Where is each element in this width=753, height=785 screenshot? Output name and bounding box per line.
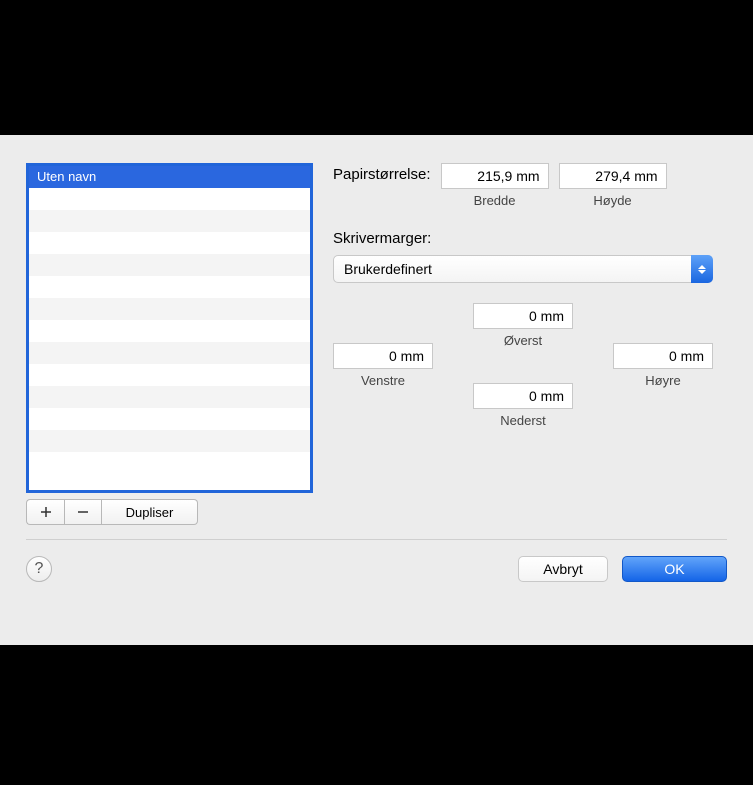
settings-panel: Papirstørrelse: Bredde Høyde Skrivermarg… [333,163,727,525]
list-item[interactable] [29,408,310,430]
margin-top-input[interactable] [473,303,573,329]
plus-icon [39,505,53,519]
list-item[interactable] [29,276,310,298]
margins-preset-select[interactable]: Brukerdefinert [333,255,713,283]
paper-size-list[interactable]: Uten navn [26,163,313,493]
ok-button[interactable]: OK [622,556,727,582]
list-item[interactable] [29,232,310,254]
paper-size-sidebar: Uten navn [26,163,313,525]
margin-bottom-label: Nederst [500,413,546,428]
help-icon: ? [35,560,44,578]
height-label: Høyde [593,193,631,208]
list-item[interactable] [29,210,310,232]
margins-preset-value: Brukerdefinert [344,261,432,277]
minus-icon [76,505,90,519]
remove-button[interactable] [64,499,102,525]
margins-label: Skrivermarger: [333,230,727,247]
margin-left-input[interactable] [333,343,433,369]
add-button[interactable] [26,499,64,525]
cancel-button[interactable]: Avbryt [518,556,608,582]
width-label: Bredde [474,193,516,208]
list-item[interactable] [29,342,310,364]
custom-paper-size-dialog: Uten navn [0,135,753,645]
list-item[interactable] [29,386,310,408]
margin-top-label: Øverst [504,333,542,348]
duplicate-button[interactable]: Dupliser [102,499,198,525]
dialog-footer: ? Avbryt OK [26,556,727,582]
list-item[interactable] [29,452,310,474]
margin-right-input[interactable] [613,343,713,369]
list-item[interactable] [29,430,310,452]
margins-grid: Øverst Venstre Høyre Nederst [333,303,713,443]
paper-size-label: Papirstørrelse: [333,163,431,183]
list-item[interactable]: Uten navn [29,166,310,188]
list-item[interactable] [29,298,310,320]
margin-right-label: Høyre [645,373,680,388]
list-toolbar: Dupliser [26,499,313,525]
margin-left-label: Venstre [361,373,405,388]
margin-bottom-input[interactable] [473,383,573,409]
help-button[interactable]: ? [26,556,52,582]
list-item[interactable] [29,364,310,386]
divider [26,539,727,540]
height-input[interactable] [559,163,667,189]
list-item[interactable] [29,188,310,210]
list-item[interactable] [29,254,310,276]
width-input[interactable] [441,163,549,189]
list-item[interactable] [29,320,310,342]
